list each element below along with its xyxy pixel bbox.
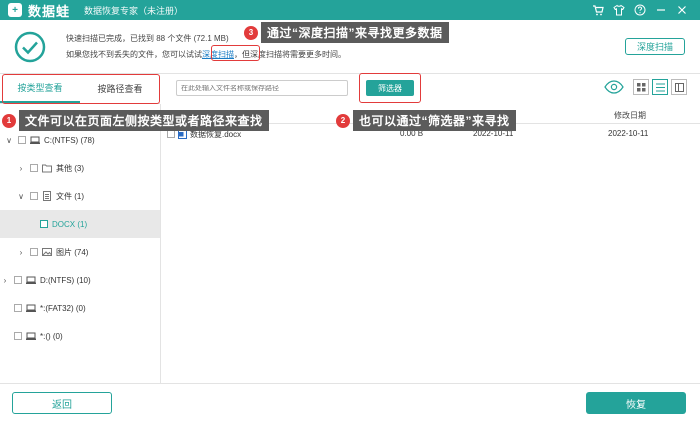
image-icon bbox=[42, 247, 52, 257]
callout-number: 1 bbox=[2, 113, 16, 128]
tree-node-label: 图片 (74) bbox=[56, 247, 89, 257]
minimize-icon[interactable] bbox=[650, 2, 671, 18]
tree-node-images[interactable]: › 图片 (74) bbox=[0, 238, 160, 266]
chevron-right-icon[interactable]: › bbox=[16, 248, 26, 257]
drive-icon bbox=[26, 303, 36, 313]
footer-bar: 返回 恢复 bbox=[0, 383, 700, 425]
row-checkbox[interactable] bbox=[167, 130, 175, 138]
checkbox[interactable] bbox=[18, 136, 26, 144]
scan-complete-icon bbox=[14, 31, 46, 63]
hint-text-before: 如果您找不到丢失的文件，您可以试试 bbox=[66, 50, 202, 59]
grid-view-button[interactable] bbox=[633, 79, 649, 95]
deep-scan-hint: 如果您找不到丢失的文件，您可以试试深度扫描，但深度扫描将需要更多时间。 bbox=[66, 49, 346, 60]
scan-result-text: 快速扫描已完成，已找到 88 个文件 (72.1 MB) bbox=[66, 34, 229, 43]
detail-view-button[interactable] bbox=[671, 79, 687, 95]
callout-text: 通过“深度扫描”来寻找更多数据 bbox=[261, 22, 449, 43]
callout-number: 2 bbox=[336, 113, 350, 128]
search-input[interactable] bbox=[181, 84, 331, 92]
callout-text: 也可以通过“筛选器”来寻找 bbox=[353, 110, 516, 131]
chevron-down-icon[interactable]: ∨ bbox=[16, 192, 26, 201]
list-view-button[interactable] bbox=[652, 79, 668, 95]
tree-node-other[interactable]: › 其他 (3) bbox=[0, 154, 160, 182]
tree-node-label: 其他 (3) bbox=[56, 163, 84, 173]
list-icon bbox=[655, 83, 665, 91]
chevron-right-icon[interactable]: › bbox=[0, 276, 10, 285]
eye-icon[interactable] bbox=[604, 80, 624, 94]
chevron-down-icon[interactable]: ∨ bbox=[4, 136, 14, 145]
app-edition: 数据恢复专家（未注册） bbox=[84, 5, 184, 16]
chevron-right-icon[interactable]: › bbox=[16, 164, 26, 173]
folder-icon bbox=[42, 163, 52, 173]
tree-node-label: D:(NTFS) (10) bbox=[40, 275, 91, 285]
checkbox[interactable] bbox=[30, 248, 38, 256]
column-modified-date[interactable]: 修改日期 bbox=[614, 110, 646, 121]
checkbox[interactable] bbox=[30, 192, 38, 200]
callout-2: 2 也可以通过“筛选器”来寻找 bbox=[336, 110, 516, 131]
view-switcher bbox=[604, 79, 687, 95]
drive-icon bbox=[26, 275, 36, 285]
app-logo: + bbox=[8, 3, 22, 17]
tree-node-label: DOCX (1) bbox=[52, 219, 88, 229]
tree-node-drive-d[interactable]: › D:(NTFS) (10) bbox=[0, 266, 160, 294]
tabs-highlight bbox=[2, 74, 160, 104]
file-type-tree: ∨ C:(NTFS) (78) › 其他 (3) ∨ 文件 (1) DOCX (… bbox=[0, 104, 161, 383]
deep-scan-highlight bbox=[211, 45, 260, 61]
callout-number: 3 bbox=[244, 25, 258, 40]
drive-icon bbox=[26, 331, 36, 341]
filter-highlight bbox=[359, 73, 421, 103]
title-bar: + 数据蛙 数据恢复专家（未注册） bbox=[0, 0, 700, 20]
tree-node-label: *:() (0) bbox=[40, 331, 63, 341]
grid-icon bbox=[636, 82, 645, 91]
tree-node-docx[interactable]: DOCX (1) bbox=[0, 210, 160, 238]
tree-node-label: 文件 (1) bbox=[56, 191, 84, 201]
drive-icon bbox=[30, 135, 40, 145]
tree-node-label: C:(NTFS) (78) bbox=[44, 135, 95, 145]
checkbox[interactable] bbox=[14, 276, 22, 284]
file-modified-date: 2022-10-11 bbox=[608, 129, 649, 138]
checkbox[interactable] bbox=[30, 164, 38, 172]
callout-text: 文件可以在页面左侧按类型或者路径来查找 bbox=[19, 110, 269, 131]
tree-node-label: *:(FAT32) (0) bbox=[40, 303, 86, 313]
back-button[interactable]: 返回 bbox=[12, 392, 112, 414]
checkbox[interactable] bbox=[14, 304, 22, 312]
cart-icon[interactable] bbox=[587, 2, 608, 18]
app-name: 数据蛙 bbox=[28, 3, 71, 19]
search-box[interactable] bbox=[176, 80, 348, 96]
deep-scan-button[interactable]: 深度扫描 bbox=[625, 38, 685, 55]
shirt-icon[interactable] bbox=[608, 2, 629, 18]
callout-1: 1 文件可以在页面左侧按类型或者路径来查找 bbox=[2, 110, 269, 131]
help-icon[interactable] bbox=[629, 2, 650, 18]
recover-button[interactable]: 恢复 bbox=[586, 392, 686, 414]
callout-3: 3 通过“深度扫描”来寻找更多数据 bbox=[244, 22, 449, 43]
tree-node-unknown[interactable]: *:() (0) bbox=[0, 322, 160, 350]
tree-node-fat32[interactable]: *:(FAT32) (0) bbox=[0, 294, 160, 322]
detail-icon bbox=[674, 82, 684, 92]
tree-node-documents[interactable]: ∨ 文件 (1) bbox=[0, 182, 160, 210]
close-icon[interactable] bbox=[671, 2, 692, 18]
checkbox[interactable] bbox=[14, 332, 22, 340]
checkbox[interactable] bbox=[40, 220, 48, 228]
document-icon bbox=[42, 191, 52, 201]
